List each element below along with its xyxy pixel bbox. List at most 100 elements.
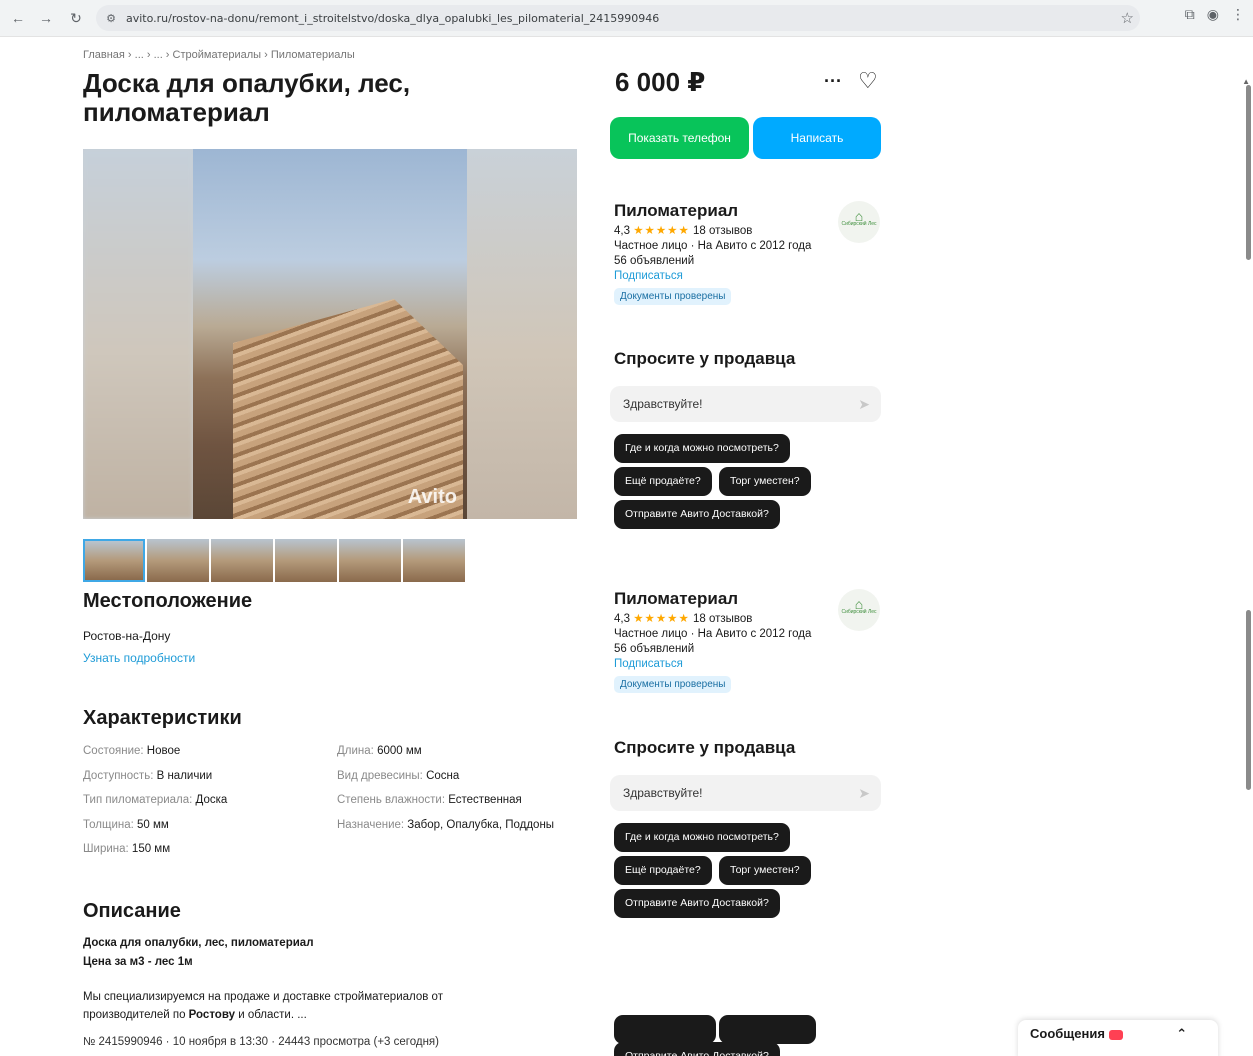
description-title: Описание [83, 900, 181, 922]
description-bold-line: Доска для опалубки, лес, пиломатериал [83, 937, 314, 949]
seller-type: Частное лицо · На Авито с 2012 года [614, 628, 812, 640]
main-photo[interactable]: Avito [83, 149, 577, 519]
thumbnail[interactable] [403, 539, 465, 582]
quick-question-chip-partial[interactable] [719, 1015, 816, 1044]
quick-question-chip[interactable]: Отправите Авито Доставкой? [614, 500, 780, 529]
description-text-bold: Ростову [188, 1009, 236, 1021]
location-city: Ростов-на-Дону [83, 629, 171, 643]
ask-input-value: Здравствуйте! [623, 397, 703, 411]
quick-question-chip[interactable]: Отправите Авито Доставкой? [614, 1042, 780, 1056]
quick-question-chip[interactable]: Торг уместен? [719, 856, 811, 885]
seller-type: Частное лицо · На Авито с 2012 года [614, 240, 812, 252]
rating-stars: ★★★★★ [633, 225, 690, 237]
spec-item: Тип пиломатериала: Доска [83, 794, 227, 806]
quick-question-chip[interactable]: Торг уместен? [719, 467, 811, 496]
description-text: Мы специализируемся на продаже и доставк… [83, 991, 443, 1003]
extensions-icon[interactable]: ⧉ [1185, 6, 1195, 23]
address-bar[interactable]: ⚙ avito.ru/rostov-na-donu/remont_i_stroi… [96, 5, 1140, 31]
quick-question-chip[interactable]: Отправите Авито Доставкой? [614, 889, 780, 918]
spec-item: Ширина: 150 мм [83, 843, 170, 855]
seller-card-sticky: Пиломатериал 4,3 ★★★★★ 18 отзывов Частно… [614, 589, 884, 693]
quick-question-chip[interactable]: Ещё продаёте? [614, 467, 712, 496]
spec-key: Тип пиломатериала: [83, 794, 196, 806]
specs-title: Характеристики [83, 707, 242, 729]
ask-seller-input[interactable]: Здравствуйте! ➤ [610, 386, 881, 422]
menu-kebab-icon[interactable]: ⋮ [1231, 6, 1245, 23]
scroll-thumb[interactable] [1246, 85, 1251, 260]
spec-value: Новое [146, 745, 181, 757]
back-icon[interactable]: ← [4, 4, 32, 32]
spec-value: 150 мм [131, 843, 171, 855]
quick-question-chip[interactable]: Где и когда можно посмотреть? [614, 823, 790, 852]
site-info-icon[interactable]: ⚙ [96, 12, 126, 25]
spec-item: Назначение: Забор, Опалубка, Поддоны [337, 819, 554, 831]
thumbnail[interactable] [83, 539, 145, 582]
favorite-heart-icon[interactable]: ♡ [858, 68, 878, 94]
ad-meta: № 2415990946 · 10 ноября в 13:30 · 24443… [83, 1036, 439, 1048]
spec-key: Состояние: [83, 745, 147, 757]
breadcrumb[interactable]: Главная › ... › ... › Стройматериалы › П… [83, 49, 355, 61]
description-bold-line: Цена за м3 - лес 1м [83, 956, 193, 968]
spec-value: Естественная [448, 794, 522, 806]
forward-icon[interactable]: → [32, 4, 60, 32]
seller-logo[interactable]: ⌂ Сибирский Лес [838, 589, 880, 631]
spec-value: 50 мм [137, 819, 169, 831]
ask-input-value: Здравствуйте! [623, 786, 703, 800]
spec-key: Степень влажности: [337, 794, 449, 806]
show-phone-button[interactable]: Показать телефон [610, 117, 749, 159]
spec-item: Доступность: В наличии [83, 770, 212, 782]
url-text: avito.ru/rostov-na-donu/remont_i_stroite… [126, 11, 660, 25]
price: 6 000 ₽ [615, 67, 706, 97]
seller-logo[interactable]: ⌂ Сибирский Лес [838, 201, 880, 243]
documents-verified-badge: Документы проверены [614, 288, 732, 305]
spec-key: Доступность: [83, 770, 157, 782]
seller-ads-count[interactable]: 56 объявлений [614, 643, 884, 655]
messages-tab[interactable]: Сообщения ⌃ [1018, 1020, 1218, 1056]
send-icon[interactable]: ➤ [858, 775, 870, 811]
quick-question-chip[interactable]: Ещё продаёте? [614, 856, 712, 885]
bookmark-star-icon[interactable]: ☆ [1121, 9, 1134, 27]
spec-value: Доска [195, 794, 228, 806]
location-title: Местоположение [83, 590, 253, 612]
photo-blur-right [467, 149, 577, 519]
send-icon[interactable]: ➤ [858, 386, 870, 422]
spec-item: Толщина: 50 мм [83, 819, 169, 831]
quick-question-chip-partial[interactable] [614, 1015, 716, 1044]
spec-value: Сосна [426, 770, 460, 782]
browser-toolbar: ← → ↻ ⚙ avito.ru/rostov-na-donu/remont_i… [0, 0, 1253, 37]
subscribe-link[interactable]: Подписаться [614, 270, 884, 282]
chevron-up-icon[interactable]: ⌃ [1176, 1026, 1187, 1041]
thumbnail[interactable] [275, 539, 337, 582]
reload-icon[interactable]: ↻ [62, 4, 90, 32]
spec-key: Длина: [337, 745, 378, 757]
spec-value: В наличии [156, 770, 213, 782]
reviews-count: 18 отзывов [692, 613, 753, 625]
description-text-part: производителей по [83, 1009, 189, 1021]
messages-badge [1108, 1029, 1123, 1040]
spec-key: Назначение: [337, 819, 408, 831]
more-icon[interactable]: ··· [824, 71, 842, 92]
ask-seller-input[interactable]: Здравствуйте! ➤ [610, 775, 881, 811]
profile-icon[interactable]: ◉ [1207, 6, 1219, 23]
subscribe-link[interactable]: Подписаться [614, 658, 884, 670]
page-content: Главная › ... › ... › Стройматериалы › П… [0, 37, 1240, 1056]
thumbnail[interactable] [211, 539, 273, 582]
location-details-link[interactable]: Узнать подробности [83, 651, 195, 665]
scroll-thumb[interactable] [1246, 610, 1251, 790]
spec-value: 6000 мм [377, 745, 422, 757]
logo-caption: Сибирский Лес [841, 221, 877, 227]
seller-ads-count[interactable]: 56 объявлений [614, 255, 884, 267]
logo-caption: Сибирский Лес [841, 609, 877, 615]
thumbnail[interactable] [147, 539, 209, 582]
ask-seller-title: Спросите у продавца [614, 738, 796, 757]
spec-item: Длина: 6000 мм [337, 745, 422, 757]
spec-item: Вид древесины: Сосна [337, 770, 459, 782]
page-title: Доска для опалубки, лес, пиломатериал [83, 68, 411, 127]
spec-key: Вид древесины: [337, 770, 427, 782]
rating-value: 4,3 [614, 225, 630, 237]
thumbnail[interactable] [339, 539, 401, 582]
spec-item: Состояние: Новое [83, 745, 180, 757]
photo-blur-left [83, 149, 193, 519]
write-button[interactable]: Написать [753, 117, 881, 159]
quick-question-chip[interactable]: Где и когда можно посмотреть? [614, 434, 790, 463]
